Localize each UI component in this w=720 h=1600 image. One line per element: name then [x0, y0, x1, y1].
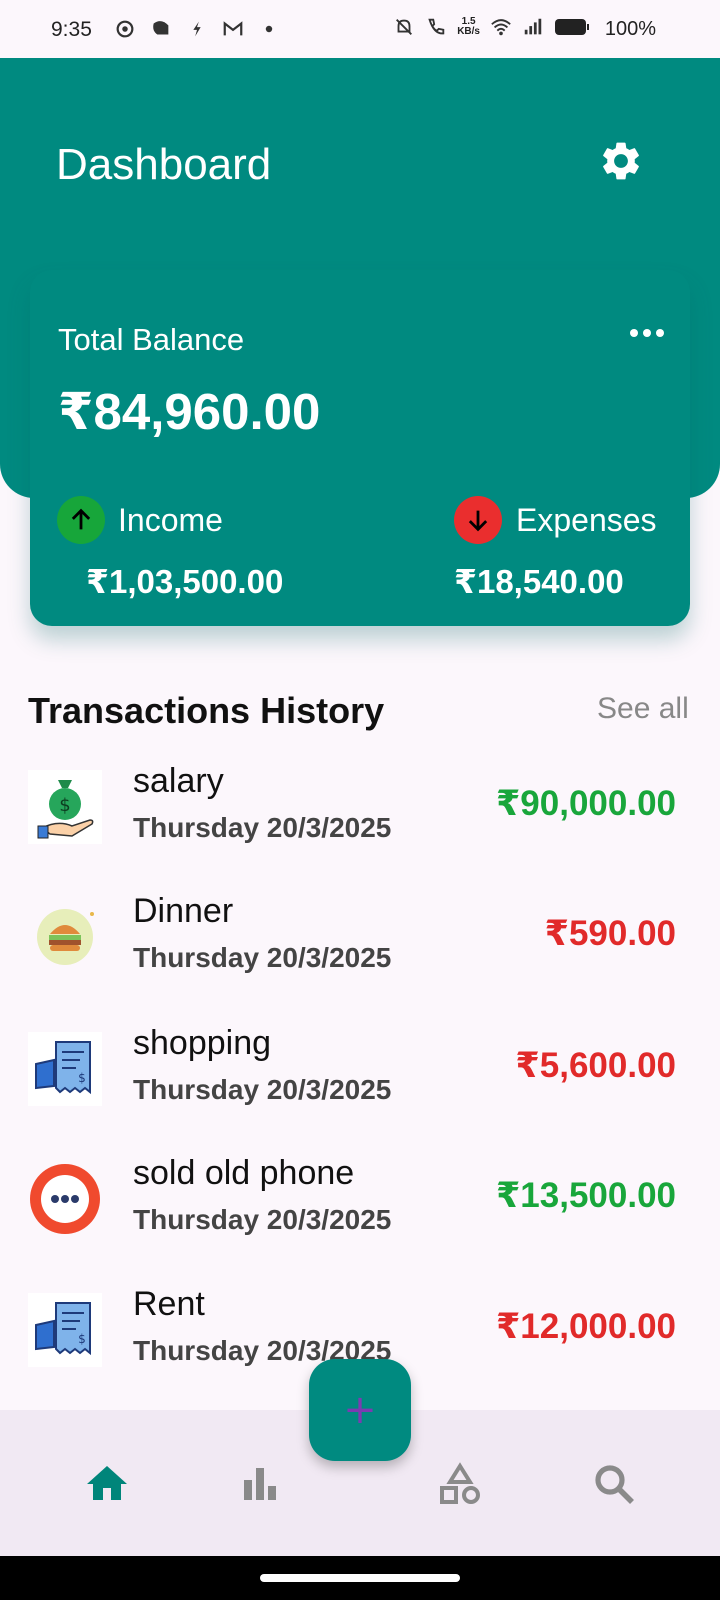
status-time: 9:35	[51, 18, 92, 41]
svg-text:$: $	[78, 1071, 86, 1085]
expenses-value: ₹18,540.00	[454, 563, 624, 600]
settings-gear-icon[interactable]	[598, 138, 644, 184]
svg-text:$: $	[78, 1332, 86, 1346]
see-all-link[interactable]: See all	[597, 692, 689, 726]
expenses-arrow-down-icon	[454, 496, 502, 544]
call-icon	[428, 18, 445, 35]
battery-icon	[555, 19, 589, 35]
system-gesture-bar	[0, 1556, 720, 1600]
transaction-date: Thursday 20/3/2025	[133, 812, 392, 843]
transaction-name: salary	[133, 762, 224, 800]
transaction-amount: ₹13,500.00	[495, 1176, 676, 1215]
transaction-name: sold old phone	[133, 1154, 355, 1192]
expenses-label: Expenses	[516, 502, 657, 538]
transaction-row[interactable]: sold old phone Thursday 20/3/2025 ₹13,50…	[0, 1154, 720, 1264]
transaction-row[interactable]: $ shopping Thursday 20/3/2025 ₹5,600.00	[0, 1024, 720, 1134]
plus-icon: +	[343, 1387, 377, 1433]
more-options-icon[interactable]	[624, 318, 670, 348]
home-gesture-pill[interactable]	[260, 1574, 460, 1582]
transaction-date: Thursday 20/3/2025	[133, 1074, 392, 1105]
transaction-row[interactable]: $ salary Thursday 20/3/2025 ₹90,000.00	[0, 762, 720, 872]
wifi-icon	[491, 19, 511, 36]
more-circle-icon	[30, 1164, 100, 1234]
burger-icon	[28, 900, 102, 974]
net-speed-unit: KB/s	[457, 26, 480, 37]
transaction-name: shopping	[133, 1024, 272, 1062]
transaction-amount: ₹12,000.00	[495, 1307, 676, 1346]
svg-text:$: $	[59, 795, 70, 816]
transaction-amount: ₹90,000.00	[495, 784, 676, 823]
income-value: ₹1,03,500.00	[86, 563, 284, 600]
transaction-name: Dinner	[133, 892, 234, 930]
gmail-icon	[223, 21, 243, 36]
stats-bar-chart-icon[interactable]	[236, 1460, 284, 1508]
receipt-icon: $	[28, 1032, 102, 1106]
battery-percent: 100%	[604, 18, 656, 40]
transactions-history-title: Transactions History	[28, 690, 385, 731]
balance-card: Total Balance ₹84,960.00 Income ₹1,03,50…	[30, 270, 690, 626]
income-arrow-up-icon	[57, 496, 105, 544]
page-title: Dashboard	[56, 140, 272, 189]
total-balance-value: ₹84,960.00	[58, 383, 321, 440]
transaction-amount: ₹5,600.00	[515, 1046, 676, 1085]
income-label: Income	[118, 502, 223, 538]
flash-notification-icon	[193, 21, 201, 37]
dot-icon	[265, 25, 273, 33]
transaction-date: Thursday 20/3/2025	[133, 942, 392, 973]
app-notification-icon	[116, 20, 134, 38]
transaction-date: Thursday 20/3/2025	[133, 1204, 392, 1235]
home-icon[interactable]	[83, 1460, 131, 1508]
transaction-name: Rent	[133, 1285, 205, 1323]
add-transaction-button[interactable]: +	[309, 1359, 411, 1461]
system-icons: 1.5 KB/s	[393, 16, 590, 38]
transaction-row[interactable]: Dinner Thursday 20/3/2025 ₹590.00	[0, 892, 720, 1002]
notification-icons	[114, 18, 280, 40]
network-speed: 1.5 KB/s	[457, 17, 480, 37]
search-icon[interactable]	[590, 1460, 638, 1508]
categories-shapes-icon[interactable]	[436, 1460, 484, 1508]
receipt-icon: $	[28, 1293, 102, 1367]
chat-notification-icon	[153, 21, 169, 35]
money-bag-icon: $	[28, 770, 102, 844]
status-bar: 9:35 1.5 KB/s 100%	[0, 0, 720, 58]
total-balance-label: Total Balance	[58, 322, 245, 357]
mute-icon	[396, 19, 413, 35]
transaction-amount: ₹590.00	[544, 914, 676, 953]
signal-icon	[524, 18, 542, 35]
